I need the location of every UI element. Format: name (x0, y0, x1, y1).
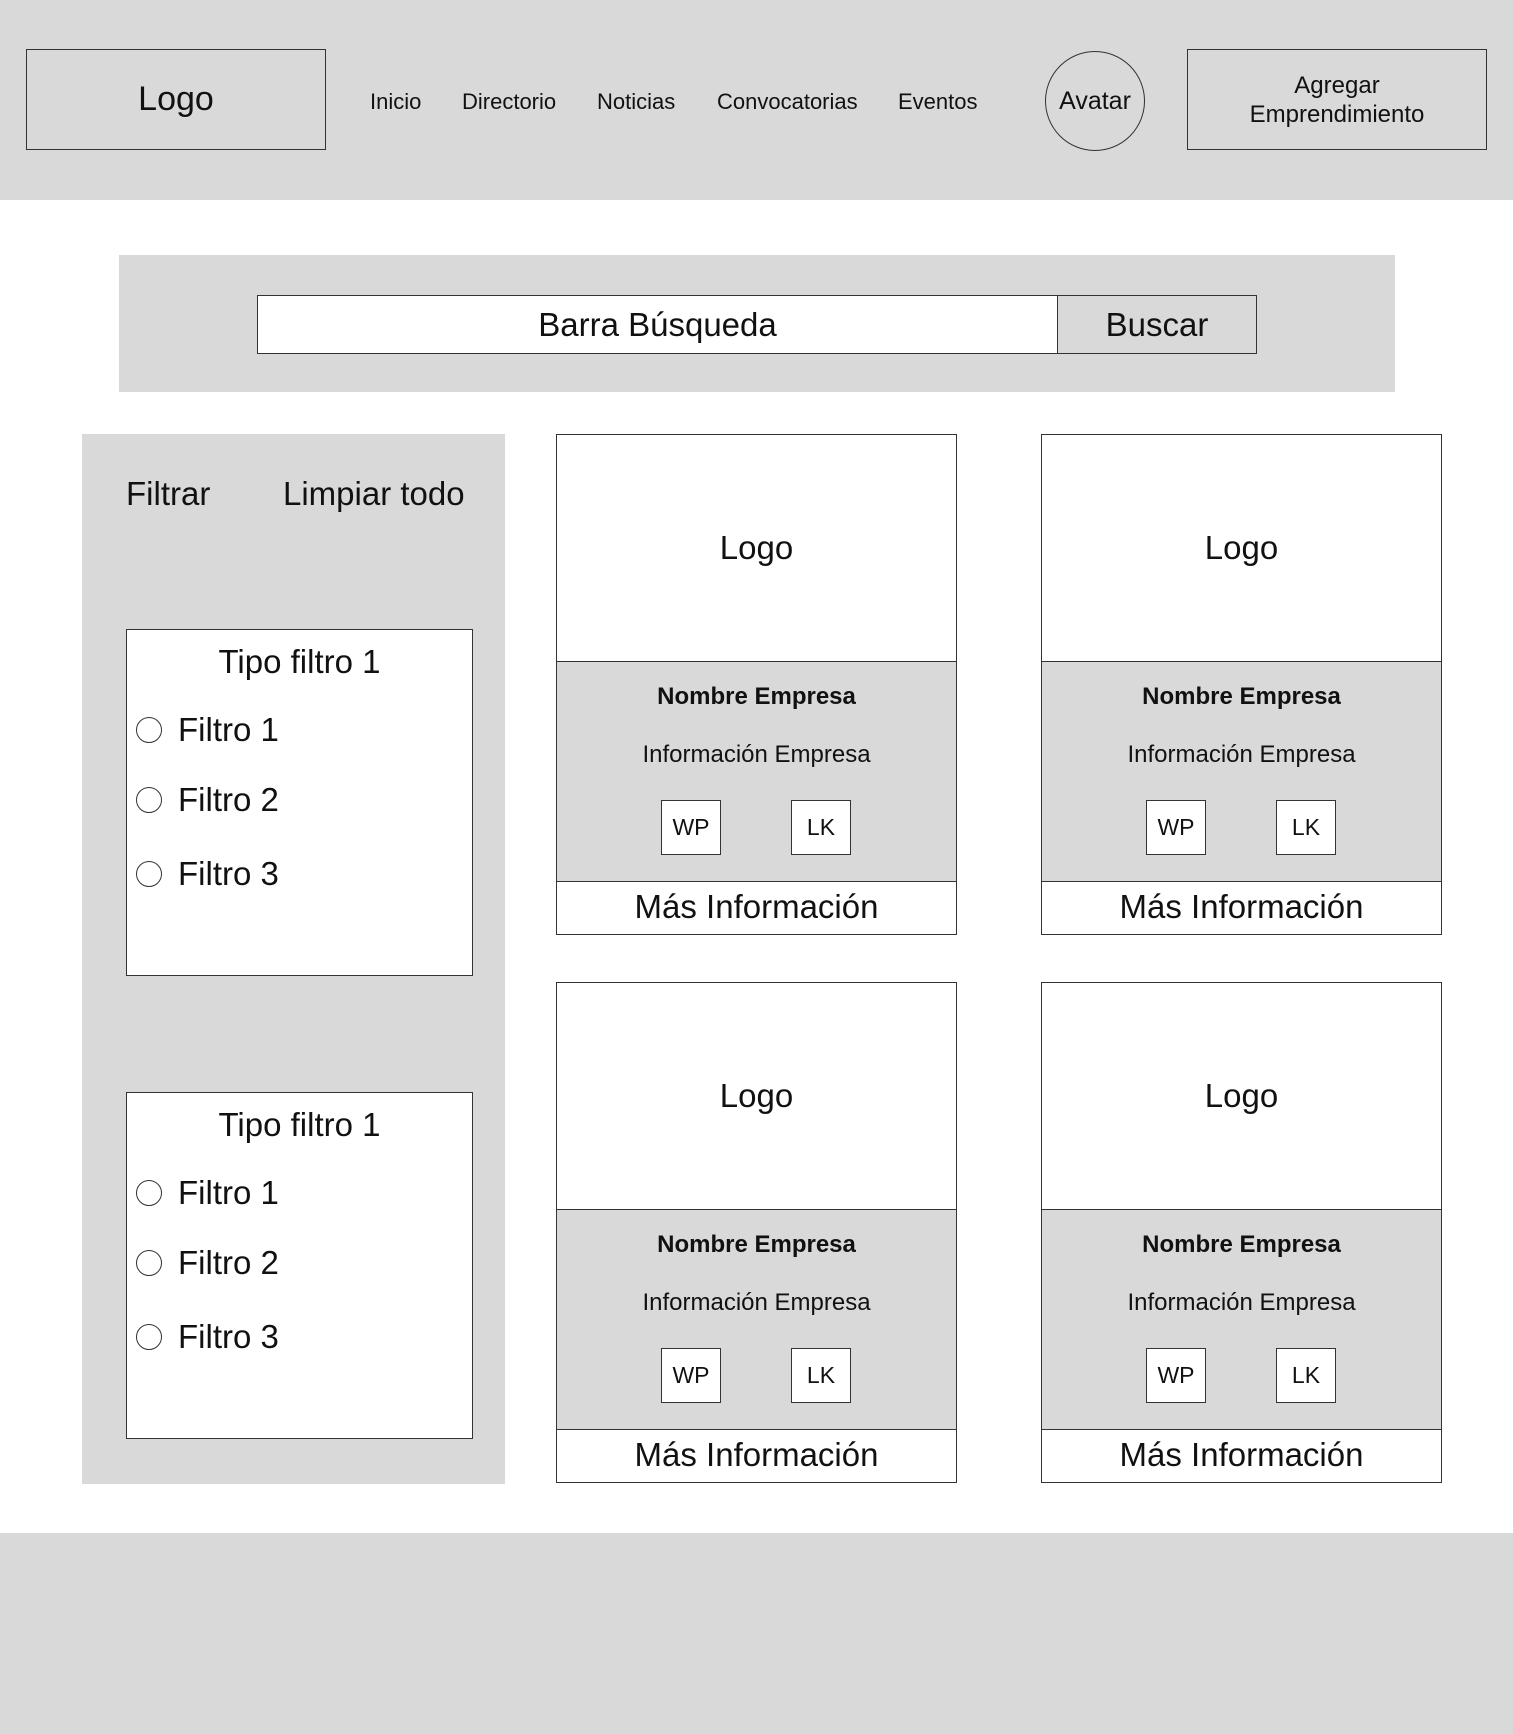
card-body: Nombre Empresa Información Empresa WP LK (1042, 662, 1441, 882)
page-footer (0, 1533, 1513, 1734)
filter-option-label: Filtro 3 (178, 855, 279, 892)
filter-group-2: Tipo filtro 1 Filtro 1 Filtro 2 Filtro 3 (126, 1092, 473, 1439)
filter-group-title: Tipo filtro 1 (218, 643, 381, 680)
nav-link-eventos[interactable]: Eventos (898, 88, 978, 116)
card-body: Nombre Empresa Información Empresa WP LK (557, 662, 956, 882)
radio-icon[interactable] (136, 717, 162, 743)
linkedin-button[interactable]: LK (1276, 800, 1336, 855)
site-logo[interactable]: Logo (26, 49, 326, 150)
more-info-button[interactable]: Más Información (557, 1428, 956, 1482)
radio-icon[interactable] (136, 1324, 162, 1350)
filter-option-label: Filtro 2 (178, 1244, 279, 1281)
company-name: Nombre Empresa (1142, 1231, 1341, 1258)
filter-group-title: Tipo filtro 1 (218, 1106, 381, 1143)
linkedin-button[interactable]: LK (791, 800, 851, 855)
filter-option-label: Filtro 1 (178, 711, 279, 748)
filter-option-2[interactable]: Filtro 2 (136, 1243, 279, 1283)
radio-icon[interactable] (136, 861, 162, 887)
filter-option-1[interactable]: Filtro 1 (136, 1173, 279, 1213)
company-logo: Logo (1042, 435, 1441, 662)
add-venture-button[interactable]: Agregar Emprendimiento (1187, 49, 1487, 150)
radio-icon[interactable] (136, 1180, 162, 1206)
radio-icon[interactable] (136, 1250, 162, 1276)
filter-option-1[interactable]: Filtro 1 (136, 710, 279, 750)
company-logo: Logo (557, 983, 956, 1210)
more-info-button[interactable]: Más Información (1042, 1428, 1441, 1482)
nav-link-directorio[interactable]: Directorio (462, 88, 556, 116)
filter-option-3[interactable]: Filtro 3 (136, 1317, 279, 1357)
company-card: Logo Nombre Empresa Información Empresa … (1041, 434, 1442, 935)
whatsapp-button[interactable]: WP (661, 1348, 721, 1403)
company-name: Nombre Empresa (657, 683, 856, 710)
filter-option-label: Filtro 3 (178, 1318, 279, 1355)
whatsapp-button[interactable]: WP (661, 800, 721, 855)
company-card: Logo Nombre Empresa Información Empresa … (556, 434, 957, 935)
filter-option-3[interactable]: Filtro 3 (136, 854, 279, 894)
card-body: Nombre Empresa Información Empresa WP LK (1042, 1210, 1441, 1430)
avatar[interactable]: Avatar (1045, 51, 1145, 151)
nav-link-noticias[interactable]: Noticias (597, 88, 675, 116)
filter-option-label: Filtro 1 (178, 1174, 279, 1211)
search-button[interactable]: Buscar (1057, 295, 1257, 354)
radio-icon[interactable] (136, 787, 162, 813)
clear-all-link[interactable]: Limpiar todo (283, 474, 465, 514)
filter-option-label: Filtro 2 (178, 781, 279, 818)
company-info: Información Empresa (1127, 741, 1356, 768)
search-input[interactable]: Barra Búsqueda (257, 295, 1058, 354)
company-info: Información Empresa (1127, 1289, 1356, 1316)
company-name: Nombre Empresa (657, 1231, 856, 1258)
nav-link-inicio[interactable]: Inicio (370, 88, 421, 116)
whatsapp-button[interactable]: WP (1146, 1348, 1206, 1403)
whatsapp-button[interactable]: WP (1146, 800, 1206, 855)
more-info-button[interactable]: Más Información (1042, 880, 1441, 934)
more-info-button[interactable]: Más Información (557, 880, 956, 934)
linkedin-button[interactable]: LK (1276, 1348, 1336, 1403)
company-logo: Logo (557, 435, 956, 662)
filter-group-1: Tipo filtro 1 Filtro 1 Filtro 2 Filtro 3 (126, 629, 473, 976)
nav-link-convocatorias[interactable]: Convocatorias (717, 88, 858, 116)
linkedin-button[interactable]: LK (791, 1348, 851, 1403)
filter-option-2[interactable]: Filtro 2 (136, 780, 279, 820)
company-card: Logo Nombre Empresa Información Empresa … (1041, 982, 1442, 1483)
company-info: Información Empresa (642, 741, 871, 768)
filter-title: Filtrar (126, 475, 211, 512)
company-card: Logo Nombre Empresa Información Empresa … (556, 982, 957, 1483)
company-name: Nombre Empresa (1142, 683, 1341, 710)
company-info: Información Empresa (642, 1289, 871, 1316)
company-logo: Logo (1042, 983, 1441, 1210)
card-body: Nombre Empresa Información Empresa WP LK (557, 1210, 956, 1430)
